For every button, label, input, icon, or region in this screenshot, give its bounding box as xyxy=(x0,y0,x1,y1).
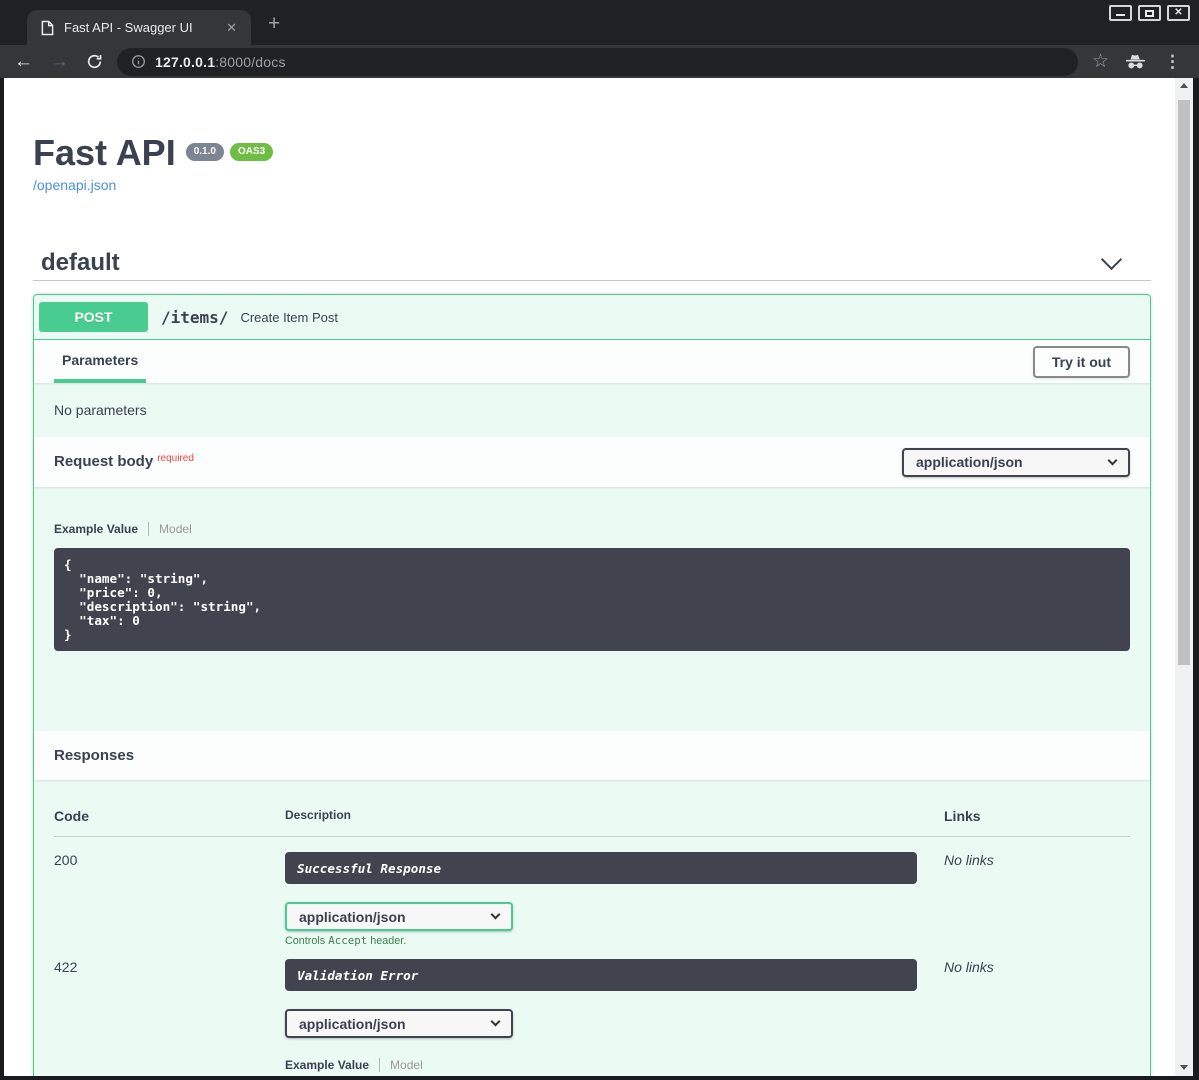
response-content-type-value: application/json xyxy=(299,1016,406,1032)
operation-block: POST /items/ Create Item Post Parameters… xyxy=(33,294,1151,1076)
tag-section-header[interactable]: default xyxy=(33,252,1151,281)
scrollbar-thumb[interactable] xyxy=(1178,100,1190,665)
scroll-down-icon[interactable] xyxy=(1175,1060,1193,1074)
tab-title: Fast API - Swagger UI xyxy=(64,20,222,35)
page-scrollbar[interactable] xyxy=(1175,78,1193,1076)
close-icon: ✕ xyxy=(1174,8,1182,18)
request-content-type-value: application/json xyxy=(916,454,1023,470)
api-title: Fast API xyxy=(33,132,176,173)
openapi-spec-link[interactable]: /openapi.json xyxy=(33,177,116,193)
response-code: 200 xyxy=(54,852,285,947)
tab-model[interactable]: Model xyxy=(390,1058,423,1072)
operation-summary-text: Create Item Post xyxy=(240,310,338,325)
response-content-type-select[interactable]: application/json xyxy=(285,1009,513,1038)
browser-window: Fast API - Swagger UI ✕ + ✕ ← → 127.0.0.… xyxy=(0,0,1199,1080)
url-text: 127.0.0.1:8000/docs xyxy=(155,54,286,70)
tab-example-value[interactable]: Example Value xyxy=(54,522,138,536)
scroll-up-icon[interactable] xyxy=(1175,78,1193,92)
request-body-section: Example Value Model { "name": "string", … xyxy=(34,487,1150,651)
response-row-422: 422 Validation Error application/json Ex… xyxy=(54,947,1130,1076)
new-tab-button[interactable]: + xyxy=(262,12,286,36)
chevron-down-icon xyxy=(491,1017,501,1027)
column-description: Description xyxy=(285,808,944,824)
response-links: No links xyxy=(944,852,1130,947)
browser-toolbar: ← → 127.0.0.1:8000/docs ☆ xyxy=(0,45,1199,78)
tab-strip: Fast API - Swagger UI ✕ + ✕ xyxy=(0,0,1199,45)
response-links: No links xyxy=(944,959,1130,1076)
tag-name: default xyxy=(41,252,120,274)
responses-table-header: Code Description Links xyxy=(54,808,1130,837)
window-maximize-button[interactable] xyxy=(1138,5,1161,21)
maximize-icon xyxy=(1145,10,1154,17)
browser-tab[interactable]: Fast API - Swagger UI ✕ xyxy=(27,10,251,45)
column-links: Links xyxy=(944,808,1130,824)
window-minimize-button[interactable] xyxy=(1109,5,1132,21)
reload-icon[interactable] xyxy=(86,53,103,70)
url-path: :8000/docs xyxy=(215,54,286,70)
request-example-code: { "name": "string", "price": 0, "descrip… xyxy=(54,548,1130,651)
url-host: 127.0.0.1 xyxy=(155,54,215,70)
page-favicon-icon xyxy=(41,20,54,36)
responses-title: Responses xyxy=(54,747,134,764)
tab-parameters[interactable]: Parameters xyxy=(54,340,146,383)
response-content-type-value: application/json xyxy=(299,909,406,925)
request-body-label: Request body xyxy=(54,453,153,470)
site-info-icon[interactable] xyxy=(131,54,146,69)
no-parameters-message: No parameters xyxy=(34,383,1150,437)
response-description: Validation Error xyxy=(285,959,917,991)
back-icon[interactable]: ← xyxy=(14,52,33,71)
version-badge: 0.1.0 xyxy=(186,143,224,161)
window-close-button[interactable]: ✕ xyxy=(1167,5,1190,21)
tab-close-icon[interactable]: ✕ xyxy=(222,18,241,38)
incognito-icon xyxy=(1125,54,1146,69)
tab-divider xyxy=(379,1058,380,1072)
tab-example-value[interactable]: Example Value xyxy=(285,1058,369,1072)
oas3-badge: OAS3 xyxy=(230,143,273,161)
method-badge: POST xyxy=(39,302,148,332)
browser-menu-icon[interactable]: ⋮ xyxy=(1160,52,1185,72)
api-info: Fast API 0.1.0 OAS3 /openapi.json xyxy=(33,78,1151,195)
response-description: Successful Response xyxy=(285,852,917,884)
response-row-200: 200 Successful Response application/json… xyxy=(54,837,1130,947)
responses-header: Responses xyxy=(34,731,1150,780)
parameters-header: Parameters Try it out xyxy=(34,340,1150,383)
request-body-header: Request body required application/json xyxy=(34,437,1150,487)
accept-header-note: Controls Accept header. xyxy=(285,934,944,947)
page-content: Fast API0.1.0OAS3 /openapi.json default … xyxy=(4,78,1175,1076)
required-label: required xyxy=(157,453,194,464)
bookmark-star-icon[interactable]: ☆ xyxy=(1092,50,1109,73)
address-bar[interactable]: 127.0.0.1:8000/docs xyxy=(117,48,1078,76)
responses-section: Code Description Links 200 Successful Re… xyxy=(34,780,1150,1076)
try-it-out-button[interactable]: Try it out xyxy=(1033,346,1130,378)
request-content-type-select[interactable]: application/json xyxy=(902,448,1130,477)
tab-divider xyxy=(148,522,149,536)
response-content-type-select[interactable]: application/json xyxy=(285,902,513,931)
response-code: 422 xyxy=(54,959,285,1076)
operation-path: /items/ xyxy=(161,308,228,327)
forward-icon[interactable]: → xyxy=(50,52,69,71)
column-code: Code xyxy=(54,808,285,824)
minimize-icon xyxy=(1116,14,1125,16)
chevron-down-icon xyxy=(1108,455,1118,465)
chevron-down-icon xyxy=(491,910,501,920)
tab-model[interactable]: Model xyxy=(159,522,192,536)
operation-summary[interactable]: POST /items/ Create Item Post xyxy=(34,295,1150,340)
collapse-chevron-icon[interactable] xyxy=(1101,249,1122,270)
